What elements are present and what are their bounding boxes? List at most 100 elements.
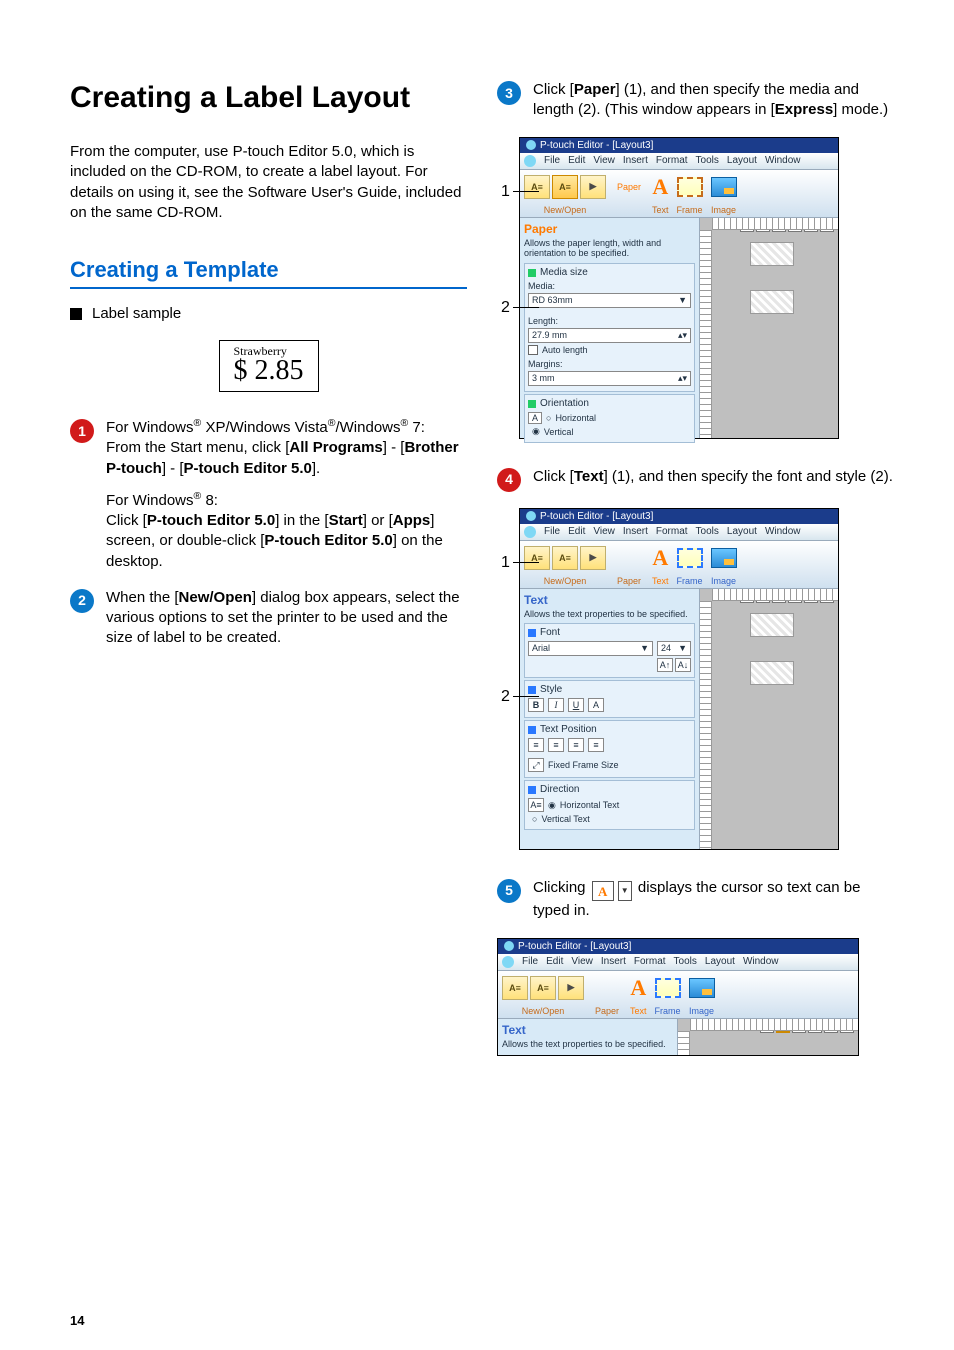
- text-position-label: Text Position: [540, 724, 597, 735]
- menu-bar[interactable]: File Edit View Insert Format Tools Layou…: [520, 153, 838, 170]
- play-icon[interactable]: ▶: [580, 546, 606, 570]
- toolbar-paper-label: Paper: [595, 1006, 619, 1016]
- menu-window[interactable]: Window: [743, 956, 779, 968]
- toolbar-image[interactable]: Image: [707, 170, 741, 217]
- menu-view[interactable]: View: [593, 526, 615, 538]
- label-object-2[interactable]: [750, 661, 794, 685]
- menu-bar[interactable]: File Edit View Insert Format Tools Layou…: [498, 954, 858, 971]
- label-object-1[interactable]: [750, 242, 794, 266]
- menu-insert[interactable]: Insert: [623, 155, 648, 167]
- label-object-1[interactable]: [750, 613, 794, 637]
- menu-format[interactable]: Format: [634, 956, 666, 968]
- page-number: 14: [70, 1313, 84, 1328]
- open-icon[interactable]: A≡: [552, 546, 578, 570]
- align-left-icon[interactable]: ≡: [528, 738, 544, 752]
- menu-tools[interactable]: Tools: [674, 956, 697, 968]
- orientation-horizontal[interactable]: A○Horizontal: [528, 412, 691, 424]
- menu-format[interactable]: Format: [656, 155, 688, 167]
- length-input[interactable]: 27.9 mm▴▾: [528, 328, 691, 343]
- menu-file[interactable]: File: [522, 956, 538, 968]
- orientation-vertical[interactable]: ◉Vertical: [528, 426, 691, 437]
- play-icon[interactable]: ▶: [558, 976, 584, 1000]
- menu-format[interactable]: Format: [656, 526, 688, 538]
- text-side-panel: Text Allows the text properties to be sp…: [498, 1019, 678, 1055]
- toolbar-frame[interactable]: Frame: [673, 170, 707, 217]
- open-icon[interactable]: A≡: [552, 175, 578, 199]
- media-select[interactable]: RD 63mm▼: [528, 293, 691, 308]
- direction-group: Direction A≡◉Horizontal Text ○Vertical T…: [524, 780, 695, 830]
- menu-file[interactable]: File: [544, 155, 560, 167]
- align-justify-icon[interactable]: ≡: [588, 738, 604, 752]
- new-icon[interactable]: A≡: [524, 175, 550, 199]
- toolbar-paper[interactable]: Paper: [610, 541, 648, 588]
- step-5-badge: 5: [497, 879, 521, 903]
- underline-button[interactable]: U: [568, 698, 584, 712]
- ruler-horizontal: [712, 218, 838, 230]
- step-3-text: Click [Paper] (1), and then specify the …: [533, 80, 894, 121]
- app-menu-icon[interactable]: [502, 956, 514, 968]
- toolbar-newopen[interactable]: A≡ A≡ ▶ New/Open: [520, 170, 610, 217]
- menu-insert[interactable]: Insert: [601, 956, 626, 968]
- menu-layout[interactable]: Layout: [705, 956, 735, 968]
- play-icon[interactable]: ▶: [580, 175, 606, 199]
- outline-button[interactable]: A: [588, 698, 604, 712]
- text-a-icon[interactable]: A: [592, 881, 614, 901]
- toolbar-text[interactable]: A Text: [626, 971, 651, 1018]
- direction-horizontal[interactable]: A≡◉Horizontal Text: [528, 798, 691, 812]
- step-1: 1 For Windows® XP/Windows Vista®/Windows…: [70, 418, 467, 572]
- toolbar-frame[interactable]: Frame: [651, 971, 685, 1018]
- menu-view[interactable]: View: [593, 155, 615, 167]
- font-grow-icon[interactable]: A↑: [657, 658, 673, 672]
- new-icon[interactable]: A≡: [524, 546, 550, 570]
- auto-length-checkbox[interactable]: Auto length: [528, 345, 691, 355]
- window-title: P-touch Editor - [Layout3]: [518, 941, 631, 952]
- toolbar-paper[interactable]: Paper: [610, 170, 648, 217]
- menu-tools[interactable]: Tools: [696, 526, 719, 538]
- font-shrink-icon[interactable]: A↓: [675, 658, 691, 672]
- toolbar-newopen[interactable]: A≡ A≡ ▶ New/Open: [520, 541, 610, 588]
- text-panel-sub: Allows the text properties to be specifi…: [502, 1039, 673, 1050]
- paper-side-panel: Paper Allows the paper length, width and…: [520, 218, 700, 438]
- menu-window[interactable]: Window: [765, 526, 801, 538]
- canvas[interactable]: ↖ A ▾ ＼ ▾ ▭: [700, 218, 838, 438]
- new-icon[interactable]: A≡: [502, 976, 528, 1000]
- align-center-icon[interactable]: ≡: [548, 738, 564, 752]
- menu-edit[interactable]: Edit: [546, 956, 563, 968]
- menu-layout[interactable]: Layout: [727, 526, 757, 538]
- margins-input[interactable]: 3 mm▴▾: [528, 371, 691, 386]
- italic-button[interactable]: I: [548, 698, 564, 712]
- label-object-2[interactable]: [750, 290, 794, 314]
- menu-edit[interactable]: Edit: [568, 526, 585, 538]
- toolbar-image[interactable]: Image: [685, 971, 719, 1018]
- align-right-icon[interactable]: ≡: [568, 738, 584, 752]
- direction-vertical[interactable]: ○Vertical Text: [528, 814, 691, 824]
- app-menu-icon[interactable]: [524, 526, 536, 538]
- menu-tools[interactable]: Tools: [696, 155, 719, 167]
- app-window-cursor: P-touch Editor - [Layout3] File Edit Vie…: [497, 938, 859, 1056]
- dropdown-icon[interactable]: ▼: [618, 881, 632, 901]
- menu-layout[interactable]: Layout: [727, 155, 757, 167]
- step-2-text: When the [New/Open] dialog box appears, …: [106, 588, 467, 649]
- menu-window[interactable]: Window: [765, 155, 801, 167]
- menu-edit[interactable]: Edit: [568, 155, 585, 167]
- canvas[interactable]: ↖ A ▾ ＼ ▾ ▭: [678, 1019, 858, 1055]
- font-select[interactable]: Arial▼: [528, 641, 653, 656]
- app-menu-icon[interactable]: [524, 155, 536, 167]
- toolbar-text[interactable]: A Text: [648, 541, 673, 588]
- menu-file[interactable]: File: [544, 526, 560, 538]
- menu-insert[interactable]: Insert: [623, 526, 648, 538]
- subheading: Label sample: [70, 305, 467, 322]
- toolbar-text[interactable]: A Text: [648, 170, 673, 217]
- toolbar-newopen[interactable]: A≡ A≡ ▶ New/Open: [498, 971, 588, 1018]
- toolbar-image[interactable]: Image: [707, 541, 741, 588]
- open-icon[interactable]: A≡: [530, 976, 556, 1000]
- menu-view[interactable]: View: [571, 956, 593, 968]
- menu-bar[interactable]: File Edit View Insert Format Tools Layou…: [520, 524, 838, 541]
- toolbar-frame[interactable]: Frame: [673, 541, 707, 588]
- toolbar-paper[interactable]: Paper: [588, 971, 626, 1018]
- canvas[interactable]: ↖ A ▾ ＼ ▾ ▭: [700, 589, 838, 849]
- callout-1: 1: [501, 183, 510, 201]
- font-size-select[interactable]: 24▼: [657, 641, 691, 656]
- frame-size-icon[interactable]: ⤢: [528, 758, 544, 772]
- bold-button[interactable]: B: [528, 698, 544, 712]
